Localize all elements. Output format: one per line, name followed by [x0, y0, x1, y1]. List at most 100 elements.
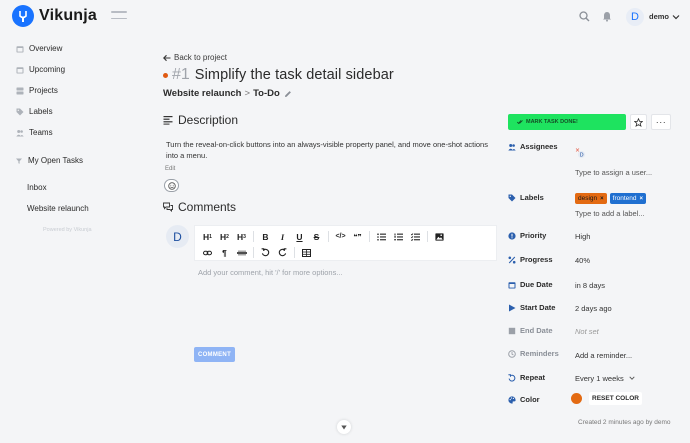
reminders-label: Reminders [520, 349, 559, 358]
quote-button[interactable]: ❝❞ [351, 230, 364, 243]
sidebar-item-label: Overview [29, 44, 63, 53]
image-icon [435, 232, 444, 241]
user-name[interactable]: demo [649, 12, 669, 21]
underline-button[interactable]: U [293, 230, 306, 243]
sidebar-project-website-relaunch[interactable]: Website relaunch [0, 198, 150, 219]
remove-label-icon[interactable]: × [600, 196, 604, 202]
sidebar-item-overview[interactable]: Overview [0, 38, 150, 59]
description-heading: Description [163, 113, 238, 127]
palette-icon [508, 395, 516, 404]
comment-input[interactable]: Add your comment, hit '/' for more optio… [198, 268, 343, 277]
search-icon[interactable] [578, 10, 592, 24]
arrow-left-icon [163, 54, 171, 61]
sidebar-item-projects[interactable]: Projects [0, 80, 150, 101]
breadcrumb-project[interactable]: Website relaunch [163, 88, 242, 99]
heading-3-button[interactable]: H3 [235, 230, 248, 243]
italic-button[interactable]: I [276, 230, 289, 243]
pencil-icon[interactable] [284, 90, 292, 98]
table-icon [302, 248, 311, 257]
ordered-list-button[interactable] [392, 230, 405, 243]
labels-label: Labels [520, 193, 544, 202]
task-title[interactable]: Simplify the task detail sidebar [195, 67, 394, 83]
check-double-icon [517, 120, 523, 125]
paragraph-button[interactable]: ¶ [218, 246, 231, 259]
app-name: Vikunja [39, 7, 98, 24]
bullet-list-button[interactable] [375, 230, 388, 243]
sidebar-item-upcoming[interactable]: Upcoming [0, 59, 150, 80]
add-reaction-button[interactable] [164, 179, 179, 192]
task-list-button[interactable] [409, 230, 422, 243]
star-icon [634, 117, 643, 127]
heading-1-button[interactable]: H1 [201, 230, 214, 243]
remove-label-icon[interactable]: × [640, 196, 644, 202]
app-logo[interactable]: Vikunja [12, 5, 97, 27]
code-button[interactable]: </> [334, 230, 347, 243]
tags-icon [16, 108, 24, 115]
scroll-down-button[interactable] [337, 420, 351, 434]
mark-task-done-button[interactable]: MARK TASK DONE! [508, 114, 626, 130]
comments-heading: Comments [163, 200, 236, 214]
label-tag-design[interactable]: design × [575, 193, 607, 204]
progress-label: Progress [520, 255, 553, 264]
hamburger-icon[interactable] [111, 11, 127, 21]
exclamation-circle-icon [508, 231, 516, 240]
reset-color-button[interactable]: RESET COLOR [589, 392, 642, 405]
chevron-down-icon[interactable] [672, 13, 680, 21]
more-actions-button[interactable]: ··· [651, 114, 671, 130]
color-swatch[interactable] [571, 393, 582, 404]
undo-button[interactable] [259, 246, 272, 259]
back-link-label: Back to project [174, 53, 227, 62]
heading-2-button[interactable]: H2 [218, 230, 231, 243]
image-button[interactable] [433, 230, 446, 243]
svg-text:D: D [580, 153, 584, 159]
avatar: D [166, 225, 189, 248]
sidebar-project-inbox[interactable]: Inbox [0, 177, 150, 198]
add-reminder-input[interactable]: Add a reminder... [575, 351, 632, 360]
description-heading-label: Description [178, 113, 239, 127]
repeat-label: Repeat [520, 373, 546, 382]
back-to-project-link[interactable]: Back to project [163, 53, 227, 62]
progress-select[interactable]: 40% [575, 256, 590, 265]
edit-description-link[interactable]: Edit [165, 166, 175, 172]
calendar-icon [16, 66, 24, 73]
link-button[interactable] [201, 246, 214, 259]
sidebar-item-labels[interactable]: Labels [0, 101, 150, 122]
description-text: Turn the reveal-on-click buttons into an… [166, 140, 488, 160]
sidebar-item-label: Projects [29, 86, 58, 95]
comments-heading-label: Comments [178, 200, 237, 214]
top-right-controls: D demo [578, 0, 690, 33]
assign-user-input[interactable]: Type to assign a user... [575, 168, 652, 177]
end-date-label: End Date [520, 326, 553, 335]
due-date-picker[interactable]: in 8 days [575, 281, 605, 290]
chevron-down-icon [629, 376, 635, 380]
priority-select[interactable]: High [575, 232, 590, 241]
repeat-select[interactable]: Every 1 weeks [575, 374, 635, 383]
smiley-icon [167, 181, 176, 190]
comment-button[interactable]: COMMENT [194, 347, 235, 362]
stop-icon [508, 327, 516, 334]
sidebar-section-my-open-tasks[interactable]: My Open Tasks [0, 150, 150, 171]
strikethrough-button[interactable]: S [310, 230, 323, 243]
filter-icon [16, 158, 22, 164]
powered-by: Powered by Vikunja [43, 227, 92, 233]
sidebar-item-teams[interactable]: Teams [0, 122, 150, 143]
breadcrumb-bucket[interactable]: To-Do [253, 88, 280, 99]
bold-button[interactable]: B [259, 230, 272, 243]
favorite-button[interactable] [630, 114, 647, 130]
table-button[interactable] [300, 246, 313, 259]
avatar[interactable]: D [625, 7, 644, 26]
end-date-picker[interactable]: Not set [575, 327, 599, 336]
start-date-picker[interactable]: 2 days ago [575, 304, 612, 313]
calendar-icon [16, 45, 24, 52]
undo-icon [261, 248, 270, 257]
assignee-avatar[interactable]: × D [575, 145, 587, 161]
bell-icon[interactable] [600, 10, 614, 24]
add-label-input[interactable]: Type to add a label... [575, 209, 645, 218]
start-date-label: Start Date [520, 303, 556, 312]
label-tag-frontend[interactable]: frontend × [609, 193, 647, 204]
horizontal-rule-button[interactable] [235, 246, 248, 259]
redo-button[interactable] [276, 246, 289, 259]
breadcrumb: Website relaunch > To-Do [163, 88, 292, 99]
color-label: Color [520, 395, 540, 404]
layers-icon [16, 87, 24, 94]
